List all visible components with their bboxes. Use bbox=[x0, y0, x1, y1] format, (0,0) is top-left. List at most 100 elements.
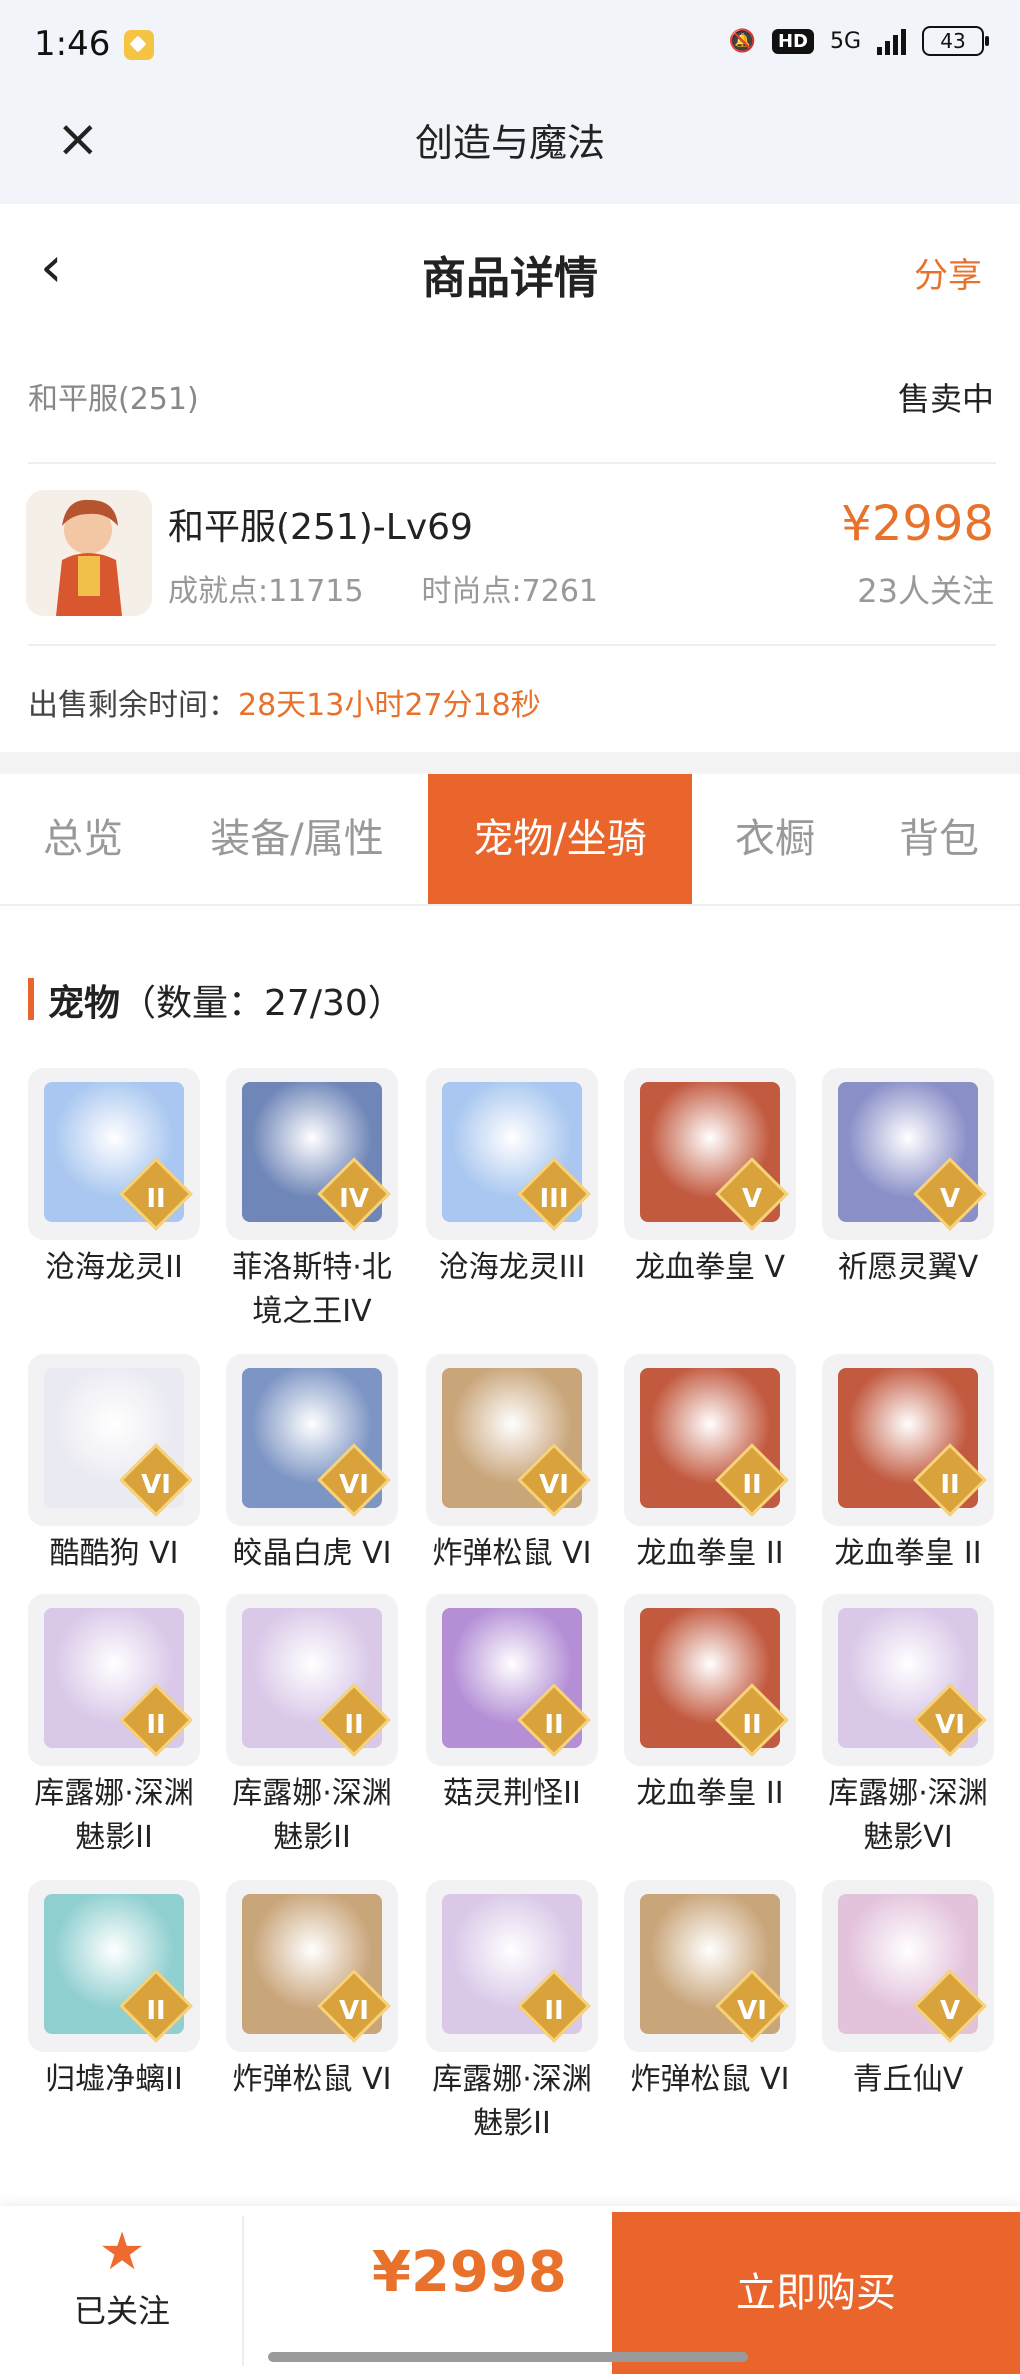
remaining-time-value: 28天13小时27分18秒 bbox=[238, 688, 541, 723]
section-gap bbox=[0, 752, 1020, 774]
pet-card[interactable]: II 龙血拳皇 II bbox=[624, 1594, 796, 1816]
home-indicator[interactable] bbox=[268, 2352, 748, 2362]
pet-card[interactable]: VI 酷酷狗 VI bbox=[28, 1354, 200, 1576]
section-marker bbox=[28, 978, 34, 1020]
grade-badge-label: V bbox=[939, 1996, 961, 2026]
tab-bag[interactable]: 背包 bbox=[858, 774, 1020, 904]
grade-badge-label: IV bbox=[339, 1184, 369, 1214]
pet-name: 菲洛斯特·北境之王IV bbox=[232, 1250, 392, 1329]
follow-count: 23人关注 bbox=[857, 572, 994, 610]
pet-card[interactable]: V 祈愿灵翼V bbox=[822, 1068, 994, 1290]
grade-badge-label: II bbox=[146, 1710, 166, 1740]
grade-badge-label: VI bbox=[539, 1470, 569, 1500]
pet-card[interactable]: VI 炸弹松鼠 VI bbox=[624, 1880, 796, 2102]
pet-image: VI bbox=[624, 1880, 796, 2052]
pet-image: V bbox=[822, 1068, 994, 1240]
pet-card[interactable]: II 菇灵荆怪II bbox=[426, 1594, 598, 1816]
grade-badge-label: VI bbox=[339, 1470, 369, 1500]
pet-name: 库露娜·深渊魅影II bbox=[432, 2062, 592, 2141]
grade-badge-label: V bbox=[741, 1184, 763, 1214]
app-bar: × 创造与魔法 bbox=[0, 96, 1020, 204]
grade-badge-label: VI bbox=[141, 1470, 171, 1500]
pet-name: 青丘仙V bbox=[852, 2062, 964, 2097]
fashion-points: 时尚点:7261 bbox=[421, 574, 599, 609]
status-bar: 1:46 🔕 HD 5G 43 bbox=[0, 0, 1020, 96]
pet-name: 库露娜·深渊魅影II bbox=[34, 1776, 194, 1855]
pet-card[interactable]: VI 皎晶白虎 VI bbox=[226, 1354, 398, 1576]
pet-card[interactable]: II 归墟净螭II bbox=[28, 1880, 200, 2102]
pet-image: VI bbox=[226, 1880, 398, 2052]
pet-card[interactable]: VI 炸弹松鼠 VI bbox=[226, 1880, 398, 2102]
buy-now-button[interactable]: 立即购买 bbox=[612, 2212, 1020, 2374]
grade-badge-label: II bbox=[742, 1470, 762, 1500]
pet-card[interactable]: II 库露娜·深渊魅影II bbox=[226, 1594, 398, 1860]
pet-card[interactable]: II 库露娜·深渊魅影II bbox=[28, 1594, 200, 1860]
pet-image: VI bbox=[28, 1354, 200, 1526]
mute-icon: 🔕 bbox=[728, 28, 756, 54]
pet-name: 库露娜·深渊魅影II bbox=[232, 1776, 392, 1855]
grade-badge-label: VI bbox=[935, 1710, 965, 1740]
tab-wardrobe[interactable]: 衣橱 bbox=[692, 774, 858, 904]
grade-badge-label: II bbox=[344, 1710, 364, 1740]
grade-badge-label: VI bbox=[737, 1996, 767, 2026]
divider bbox=[28, 462, 996, 464]
pet-image: III bbox=[426, 1068, 598, 1240]
pet-name: 沧海龙灵III bbox=[438, 1250, 586, 1285]
battery-icon: 43 bbox=[922, 26, 989, 56]
app-title: 创造与魔法 bbox=[414, 121, 605, 165]
pet-name: 祈愿灵翼V bbox=[837, 1250, 979, 1285]
pet-image: II bbox=[226, 1594, 398, 1766]
divider bbox=[242, 2216, 244, 2366]
page-title: 商品详情 bbox=[422, 253, 598, 304]
pet-card[interactable]: VI 库露娜·深渊魅影VI bbox=[822, 1594, 994, 1860]
server-name: 和平服(251) bbox=[28, 382, 199, 417]
pet-card[interactable]: V 龙血拳皇 V bbox=[624, 1068, 796, 1290]
hd-icon: HD bbox=[771, 28, 814, 54]
pet-image: VI bbox=[822, 1594, 994, 1766]
pet-image: II bbox=[28, 1068, 200, 1240]
status-icons: 🔕 HD 5G 43 bbox=[728, 26, 989, 56]
tab-equipment[interactable]: 装备/属性 bbox=[166, 774, 428, 904]
remaining-time-label: 出售剩余时间： bbox=[28, 688, 238, 723]
nav-header: ‹ 商品详情 分享 bbox=[0, 204, 1020, 336]
pet-image: II bbox=[822, 1354, 994, 1526]
pet-name: 炸弹松鼠 VI bbox=[432, 1536, 592, 1571]
divider bbox=[28, 644, 996, 646]
pet-image: II bbox=[624, 1354, 796, 1526]
section-count: （数量：27/30） bbox=[120, 983, 404, 1024]
pet-name: 库露娜·深渊魅影VI bbox=[828, 1776, 988, 1855]
tab-pets-mounts[interactable]: 宠物/坐骑 bbox=[428, 774, 692, 904]
bottom-price: ¥2998 bbox=[372, 2240, 567, 2305]
pet-name: 龙血拳皇 V bbox=[634, 1250, 786, 1285]
pet-image: II bbox=[426, 1594, 598, 1766]
remaining-time: 出售剩余时间：28天13小时27分18秒 bbox=[28, 680, 541, 724]
share-button[interactable]: 分享 bbox=[914, 248, 982, 297]
pet-image: II bbox=[28, 1880, 200, 2052]
product-price: ¥2998 bbox=[841, 496, 994, 552]
pet-card[interactable]: II 龙血拳皇 II bbox=[822, 1354, 994, 1576]
pet-card[interactable]: II 沧海龙灵II bbox=[28, 1068, 200, 1290]
star-icon[interactable]: ★ bbox=[96, 2226, 148, 2278]
tab-overview[interactable]: 总览 bbox=[0, 774, 166, 904]
pet-card[interactable]: IV 菲洛斯特·北境之王IV bbox=[226, 1068, 398, 1334]
pet-name: 酷酷狗 VI bbox=[49, 1536, 179, 1571]
pet-name: 龙血拳皇 II bbox=[834, 1536, 982, 1571]
grade-badge-label: VI bbox=[339, 1996, 369, 2026]
pet-card[interactable]: VI 炸弹松鼠 VI bbox=[426, 1354, 598, 1576]
pet-card[interactable]: II 龙血拳皇 II bbox=[624, 1354, 796, 1576]
pet-card[interactable]: II 库露娜·深渊魅影II bbox=[426, 1880, 598, 2146]
tab-bar: 总览 装备/属性 宠物/坐骑 衣橱 背包 bbox=[0, 774, 1020, 906]
pet-name: 皎晶白虎 VI bbox=[232, 1536, 392, 1571]
sale-status: 售卖中 bbox=[897, 380, 994, 418]
pet-image: II bbox=[28, 1594, 200, 1766]
pet-image: VI bbox=[426, 1354, 598, 1526]
follow-button[interactable]: 已关注 bbox=[74, 2286, 170, 2332]
pet-name: 菇灵荆怪II bbox=[443, 1776, 581, 1811]
grade-badge-label: II bbox=[544, 1996, 564, 2026]
pet-card[interactable]: V 青丘仙V bbox=[822, 1880, 994, 2102]
pet-name: 炸弹松鼠 VI bbox=[630, 2062, 790, 2097]
pet-name: 龙血拳皇 II bbox=[636, 1536, 784, 1571]
grade-badge-label: V bbox=[939, 1184, 961, 1214]
pet-name: 炸弹松鼠 VI bbox=[232, 2062, 392, 2097]
pet-card[interactable]: III 沧海龙灵III bbox=[426, 1068, 598, 1290]
